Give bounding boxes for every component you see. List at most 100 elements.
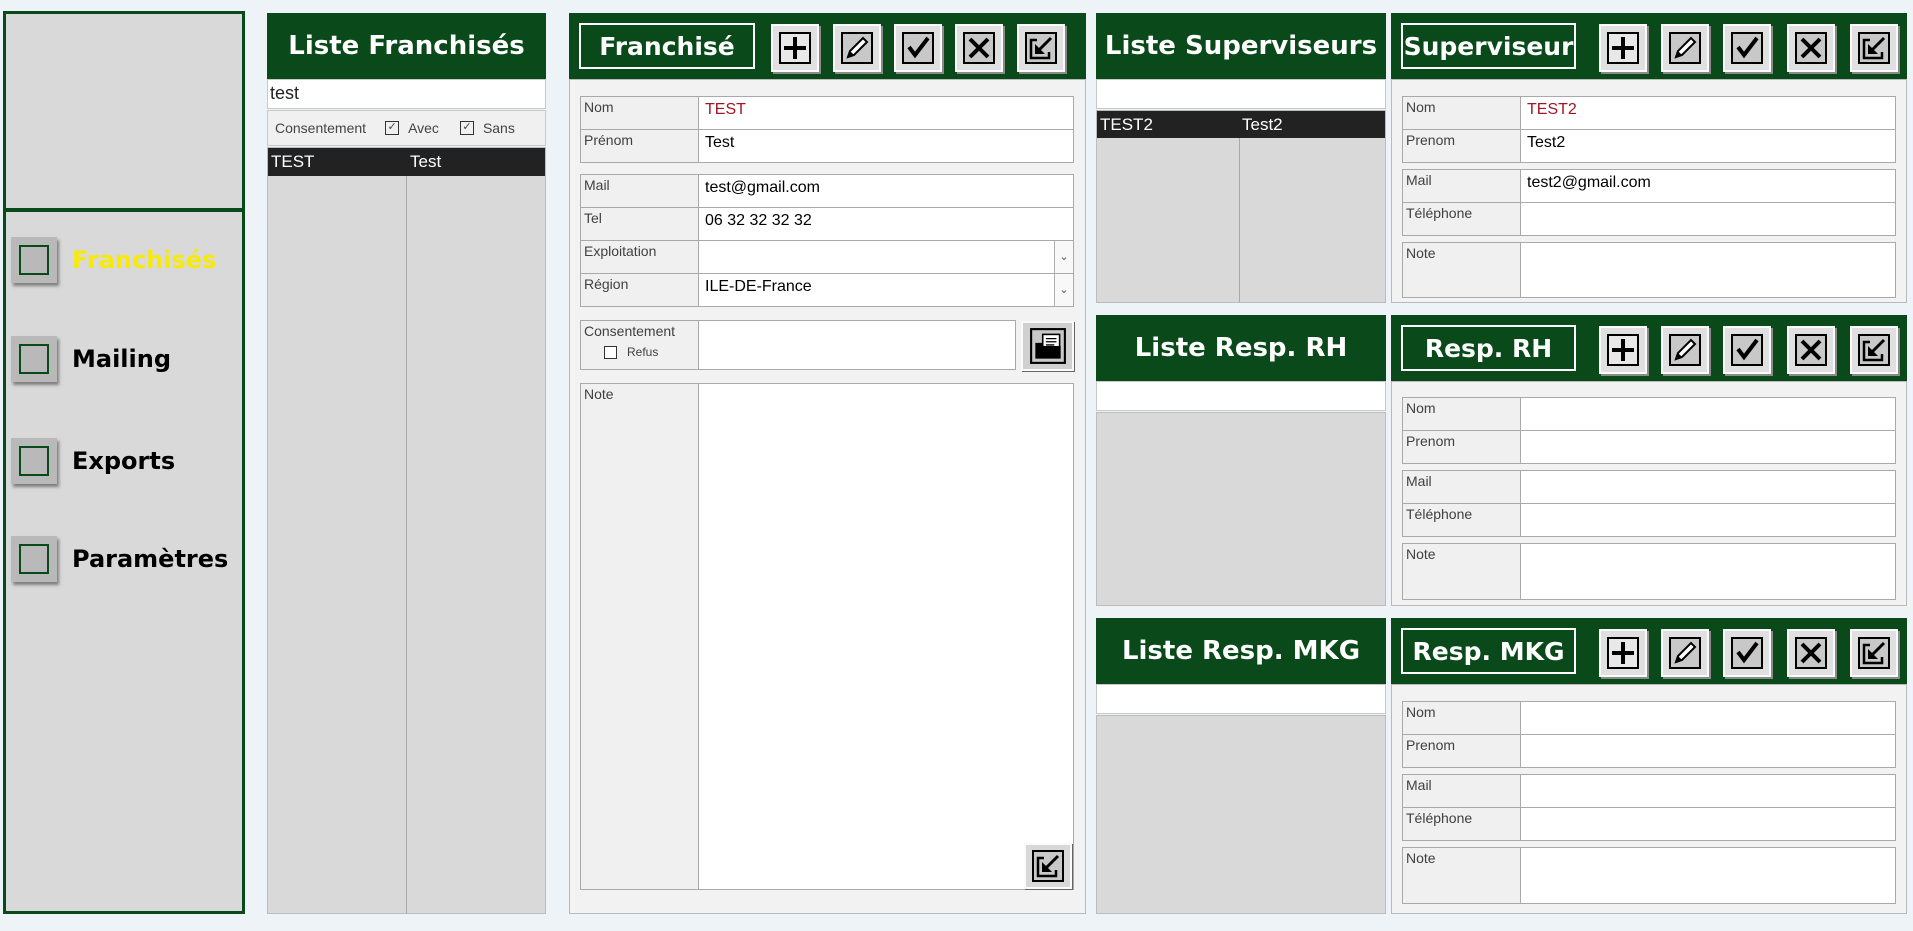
chevron-down-icon[interactable]: ⌄ xyxy=(1054,241,1073,273)
franchise-list-column-divider xyxy=(406,148,407,913)
rh-search-input[interactable] xyxy=(1096,381,1386,411)
mail-label: Mail xyxy=(1403,775,1521,807)
note-label: Note xyxy=(1403,848,1521,903)
table-row[interactable]: TEST Test xyxy=(268,148,545,176)
nav-item-mailing[interactable]: Mailing xyxy=(11,334,231,384)
export-button[interactable] xyxy=(1017,24,1065,72)
avec-label: Avec xyxy=(408,120,439,136)
note-field[interactable]: Note xyxy=(580,383,1074,890)
mkg-search-input[interactable] xyxy=(1096,684,1386,714)
mkg-list-table xyxy=(1096,715,1386,914)
attach-document-button[interactable] xyxy=(1021,321,1074,371)
sans-label: Sans xyxy=(482,120,515,136)
nom-field[interactable]: Nom TEST2 xyxy=(1402,96,1896,130)
prenom-label: Prenom xyxy=(1403,130,1521,162)
validate-button[interactable] xyxy=(894,24,942,72)
mkg-form-title: Resp. MKG xyxy=(1412,636,1565,666)
mail-field[interactable]: Mail xyxy=(1402,774,1896,808)
franchise-form-title-box: Franchisé xyxy=(579,23,755,69)
nom-field[interactable]: Nom xyxy=(1402,701,1896,735)
edit-button[interactable] xyxy=(1661,326,1709,374)
telephone-label: Téléphone xyxy=(1403,504,1521,536)
prenom-field[interactable]: Prenom Test2 xyxy=(1402,129,1896,163)
cell-prenom: Test2 xyxy=(1242,115,1283,134)
export-button[interactable] xyxy=(1850,326,1898,374)
nav-item-parametres[interactable]: Paramètres xyxy=(11,534,231,584)
nav-checkbox[interactable] xyxy=(11,336,57,382)
note-field[interactable]: Note xyxy=(1402,847,1896,904)
cell-nom: TEST2 xyxy=(1100,115,1153,134)
note-label: Note xyxy=(581,384,699,889)
region-select[interactable]: Région ILE-DE-France ⌄ xyxy=(580,273,1074,307)
validate-button[interactable] xyxy=(1723,24,1771,72)
edit-button[interactable] xyxy=(1661,629,1709,677)
sans-checkbox[interactable]: ✓ xyxy=(459,121,474,135)
pencil-icon xyxy=(1669,32,1701,64)
nav-checkbox[interactable] xyxy=(11,237,57,283)
mail-field[interactable]: Mail test@gmail.com xyxy=(580,174,1074,208)
export-icon xyxy=(1031,849,1065,883)
tel-value: 06 32 32 32 32 xyxy=(705,212,812,229)
avec-checkbox[interactable]: ✓ xyxy=(385,121,400,135)
nav-checkbox[interactable] xyxy=(11,438,57,484)
export-icon xyxy=(1857,636,1891,670)
telephone-field[interactable]: Téléphone xyxy=(1402,503,1896,537)
tel-field[interactable]: Tel 06 32 32 32 32 xyxy=(580,207,1074,241)
add-button[interactable] xyxy=(1599,24,1647,72)
telephone-field[interactable]: Téléphone xyxy=(1402,807,1896,841)
cell-nom: TEST xyxy=(271,152,315,171)
nav-item-exports[interactable]: Exports xyxy=(11,436,231,486)
cancel-button[interactable] xyxy=(955,24,1003,72)
note-export-button[interactable] xyxy=(1024,843,1072,889)
export-icon xyxy=(1024,31,1058,65)
export-button[interactable] xyxy=(1850,24,1898,72)
mkg-form-title-box: Resp. MKG xyxy=(1401,628,1576,674)
export-icon xyxy=(1857,333,1891,367)
nav-label-mailing: Mailing xyxy=(72,345,172,373)
note-field[interactable]: Note xyxy=(1402,543,1896,600)
validate-button[interactable] xyxy=(1723,629,1771,677)
add-button[interactable] xyxy=(771,24,819,72)
cancel-button[interactable] xyxy=(1787,24,1835,72)
validate-button[interactable] xyxy=(1723,326,1771,374)
exploitation-select[interactable]: Exploitation ⌄ xyxy=(580,240,1074,274)
nom-label: Nom xyxy=(1403,702,1521,734)
nav-label-franchises: Franchisés xyxy=(72,246,217,274)
telephone-field[interactable]: Téléphone xyxy=(1402,202,1896,236)
nom-field[interactable]: Nom xyxy=(1402,397,1896,431)
mail-value: test2@gmail.com xyxy=(1527,174,1651,191)
nom-label: Nom xyxy=(1403,97,1521,129)
edit-button[interactable] xyxy=(1661,24,1709,72)
franchise-search-input[interactable]: test xyxy=(267,79,546,109)
cancel-button[interactable] xyxy=(1787,326,1835,374)
prenom-field[interactable]: Prenom xyxy=(1402,430,1896,464)
rh-form-panel: Nom Prenom Mail Téléphone Note xyxy=(1391,381,1907,606)
note-field[interactable]: Note xyxy=(1402,242,1896,298)
consentement-field[interactable]: Consentement Refus xyxy=(580,320,1016,370)
close-icon xyxy=(1794,31,1828,65)
superviseur-search-input[interactable] xyxy=(1096,79,1386,109)
nav-item-franchises[interactable]: Franchisés xyxy=(11,235,231,285)
chevron-down-icon[interactable]: ⌄ xyxy=(1054,274,1073,306)
add-button[interactable] xyxy=(1599,629,1647,677)
close-icon xyxy=(1794,636,1828,670)
mail-field[interactable]: Mail test2@gmail.com xyxy=(1402,169,1896,203)
export-button[interactable] xyxy=(1850,629,1898,677)
consentement-label: Consentement xyxy=(584,323,676,339)
prenom-field[interactable]: Prénom Test xyxy=(580,129,1074,163)
mail-label: Mail xyxy=(1403,170,1521,202)
mkg-form-panel: Nom Prenom Mail Téléphone Note xyxy=(1391,684,1907,914)
edit-button[interactable] xyxy=(833,24,881,72)
mail-field[interactable]: Mail xyxy=(1402,470,1896,504)
cancel-button[interactable] xyxy=(1787,629,1835,677)
add-button[interactable] xyxy=(1599,326,1647,374)
nom-field[interactable]: Nom TEST xyxy=(580,96,1074,130)
rh-form-title: Resp. RH xyxy=(1424,333,1553,363)
tel-label: Tel xyxy=(581,208,699,240)
nav-checkbox[interactable] xyxy=(11,536,57,582)
check-icon xyxy=(1730,333,1764,367)
table-row[interactable]: TEST2 Test2 xyxy=(1097,111,1385,138)
refus-checkbox[interactable] xyxy=(604,345,617,359)
prenom-field[interactable]: Prenom xyxy=(1402,734,1896,768)
superviseur-form-title: Superviseur xyxy=(1403,31,1574,61)
